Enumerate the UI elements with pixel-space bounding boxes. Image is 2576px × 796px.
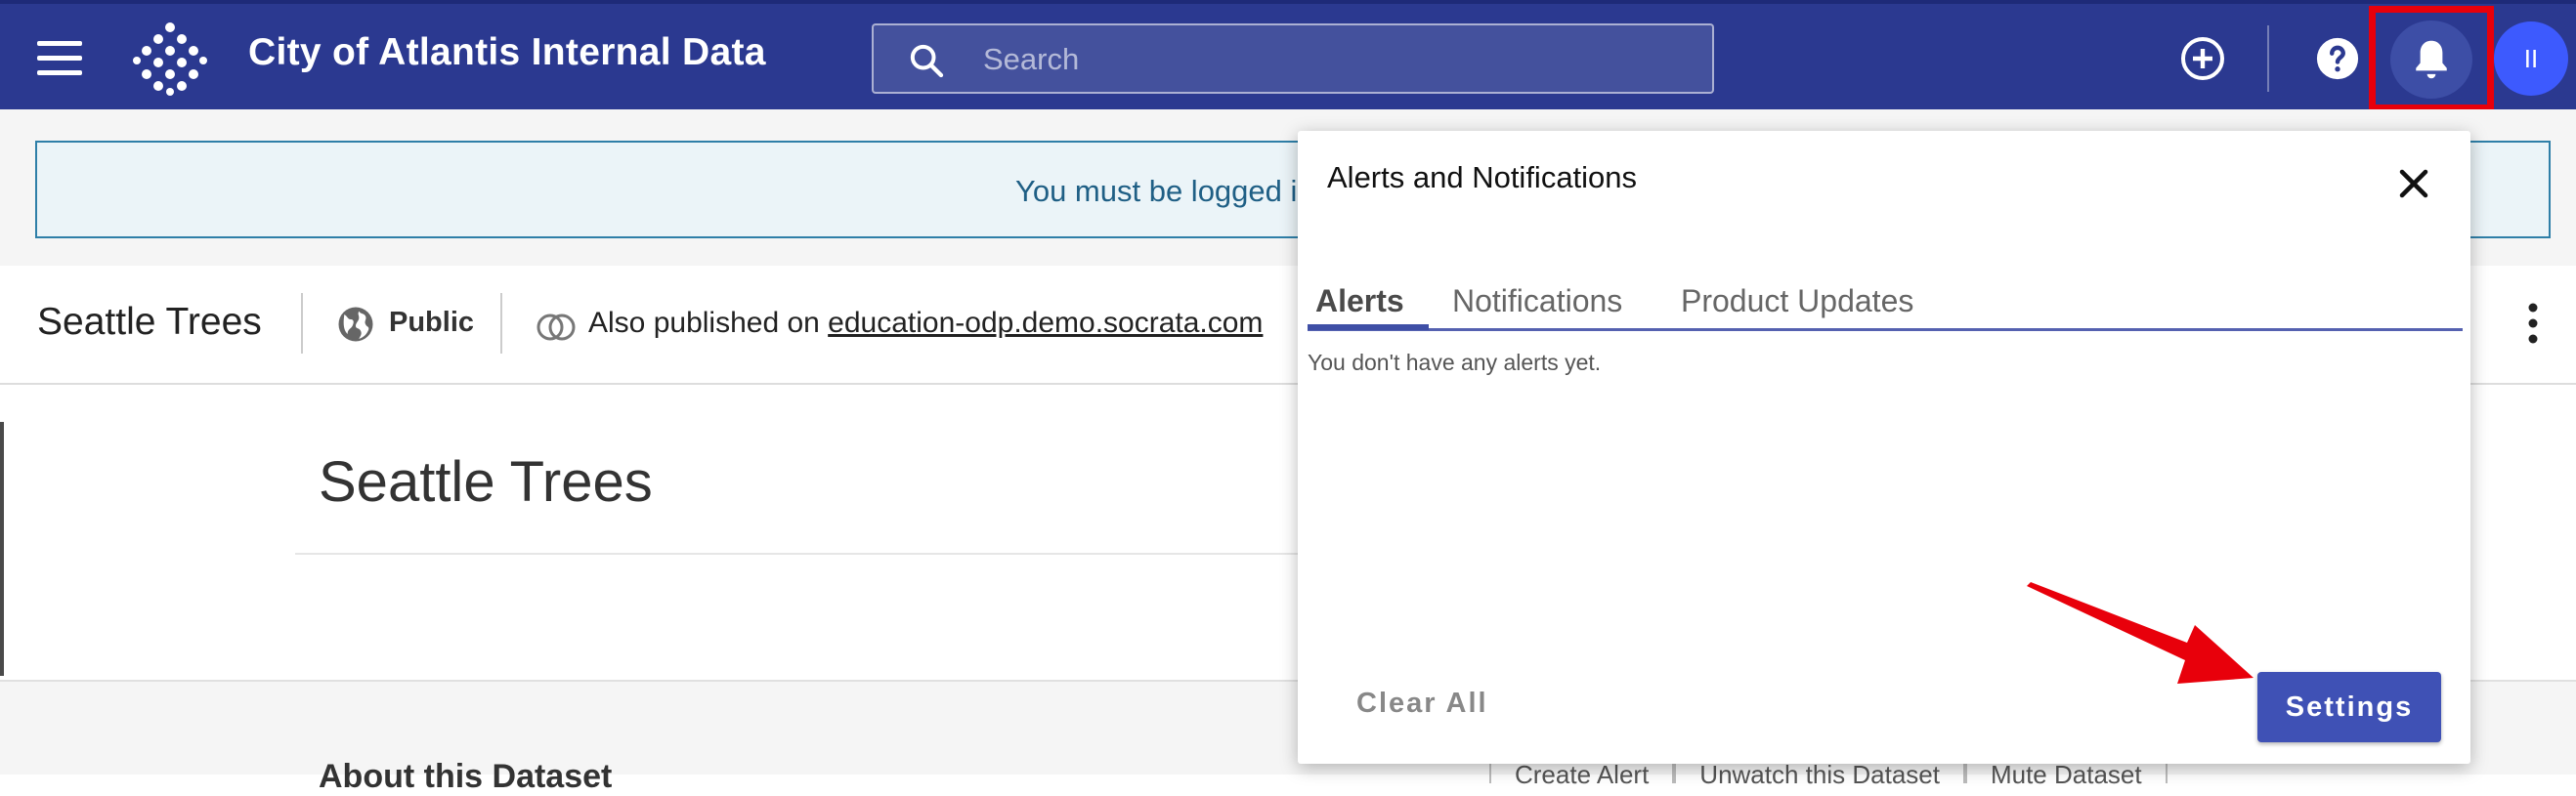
published-prefix: Also published on	[588, 307, 829, 339]
app-title[interactable]: City of Atlantis Internal Data	[248, 31, 766, 74]
notifications-button[interactable]	[2390, 21, 2472, 99]
topbar-divider	[2267, 25, 2269, 92]
top-navigation-bar: City of Atlantis Internal Data II	[0, 0, 2576, 111]
tab-notifications[interactable]: Notifications	[1452, 283, 1622, 319]
active-tab-indicator	[1308, 324, 1429, 330]
page-title: Seattle Trees	[319, 450, 653, 514]
empty-alerts-message: You don't have any alerts yet.	[1308, 350, 1602, 375]
alerts-notifications-panel: Alerts and Notifications Alerts Notifica…	[1298, 131, 2470, 764]
linked-circles-icon	[537, 314, 576, 341]
clear-all-button[interactable]: Clear All	[1356, 688, 1488, 720]
tab-product-updates[interactable]: Product Updates	[1681, 283, 1913, 319]
search-input[interactable]	[981, 35, 1669, 84]
published-domain-link[interactable]: education-odp.demo.socrata.com	[828, 307, 1263, 339]
panel-title: Alerts and Notifications	[1327, 160, 1638, 194]
published-on-text: Also published on education-odp.demo.soc…	[588, 307, 1263, 340]
about-heading: About this Dataset	[319, 758, 613, 795]
notifications-highlight	[2369, 6, 2494, 111]
login-banner-text: You must be logged in	[1015, 174, 1314, 208]
tab-alerts[interactable]: Alerts	[1315, 283, 1404, 319]
bell-icon	[2416, 40, 2447, 79]
close-icon[interactable]	[2390, 160, 2437, 207]
dataset-name: Seattle Trees	[37, 301, 262, 343]
settings-button[interactable]: Settings	[2257, 672, 2441, 742]
add-button[interactable]	[2171, 27, 2234, 90]
globe-icon	[338, 307, 373, 342]
header-separator	[500, 293, 502, 354]
socrata-logo[interactable]	[133, 21, 207, 96]
panel-tabs: Alerts Notifications Product Updates	[1308, 275, 2463, 331]
help-button[interactable]	[2306, 27, 2369, 90]
help-icon	[2316, 37, 2359, 80]
more-vertical-icon[interactable]	[2523, 301, 2543, 346]
search-icon	[910, 44, 944, 78]
visibility-label: Public	[389, 307, 475, 338]
header-separator	[301, 293, 303, 354]
user-avatar[interactable]: II	[2494, 21, 2568, 96]
annotation-arrow-icon	[2027, 582, 2254, 684]
left-edge-strip	[0, 422, 4, 676]
title-divider	[295, 553, 1341, 555]
search-box[interactable]	[872, 23, 1714, 94]
add-circle-icon	[2181, 37, 2224, 80]
hamburger-icon[interactable]	[37, 41, 82, 75]
